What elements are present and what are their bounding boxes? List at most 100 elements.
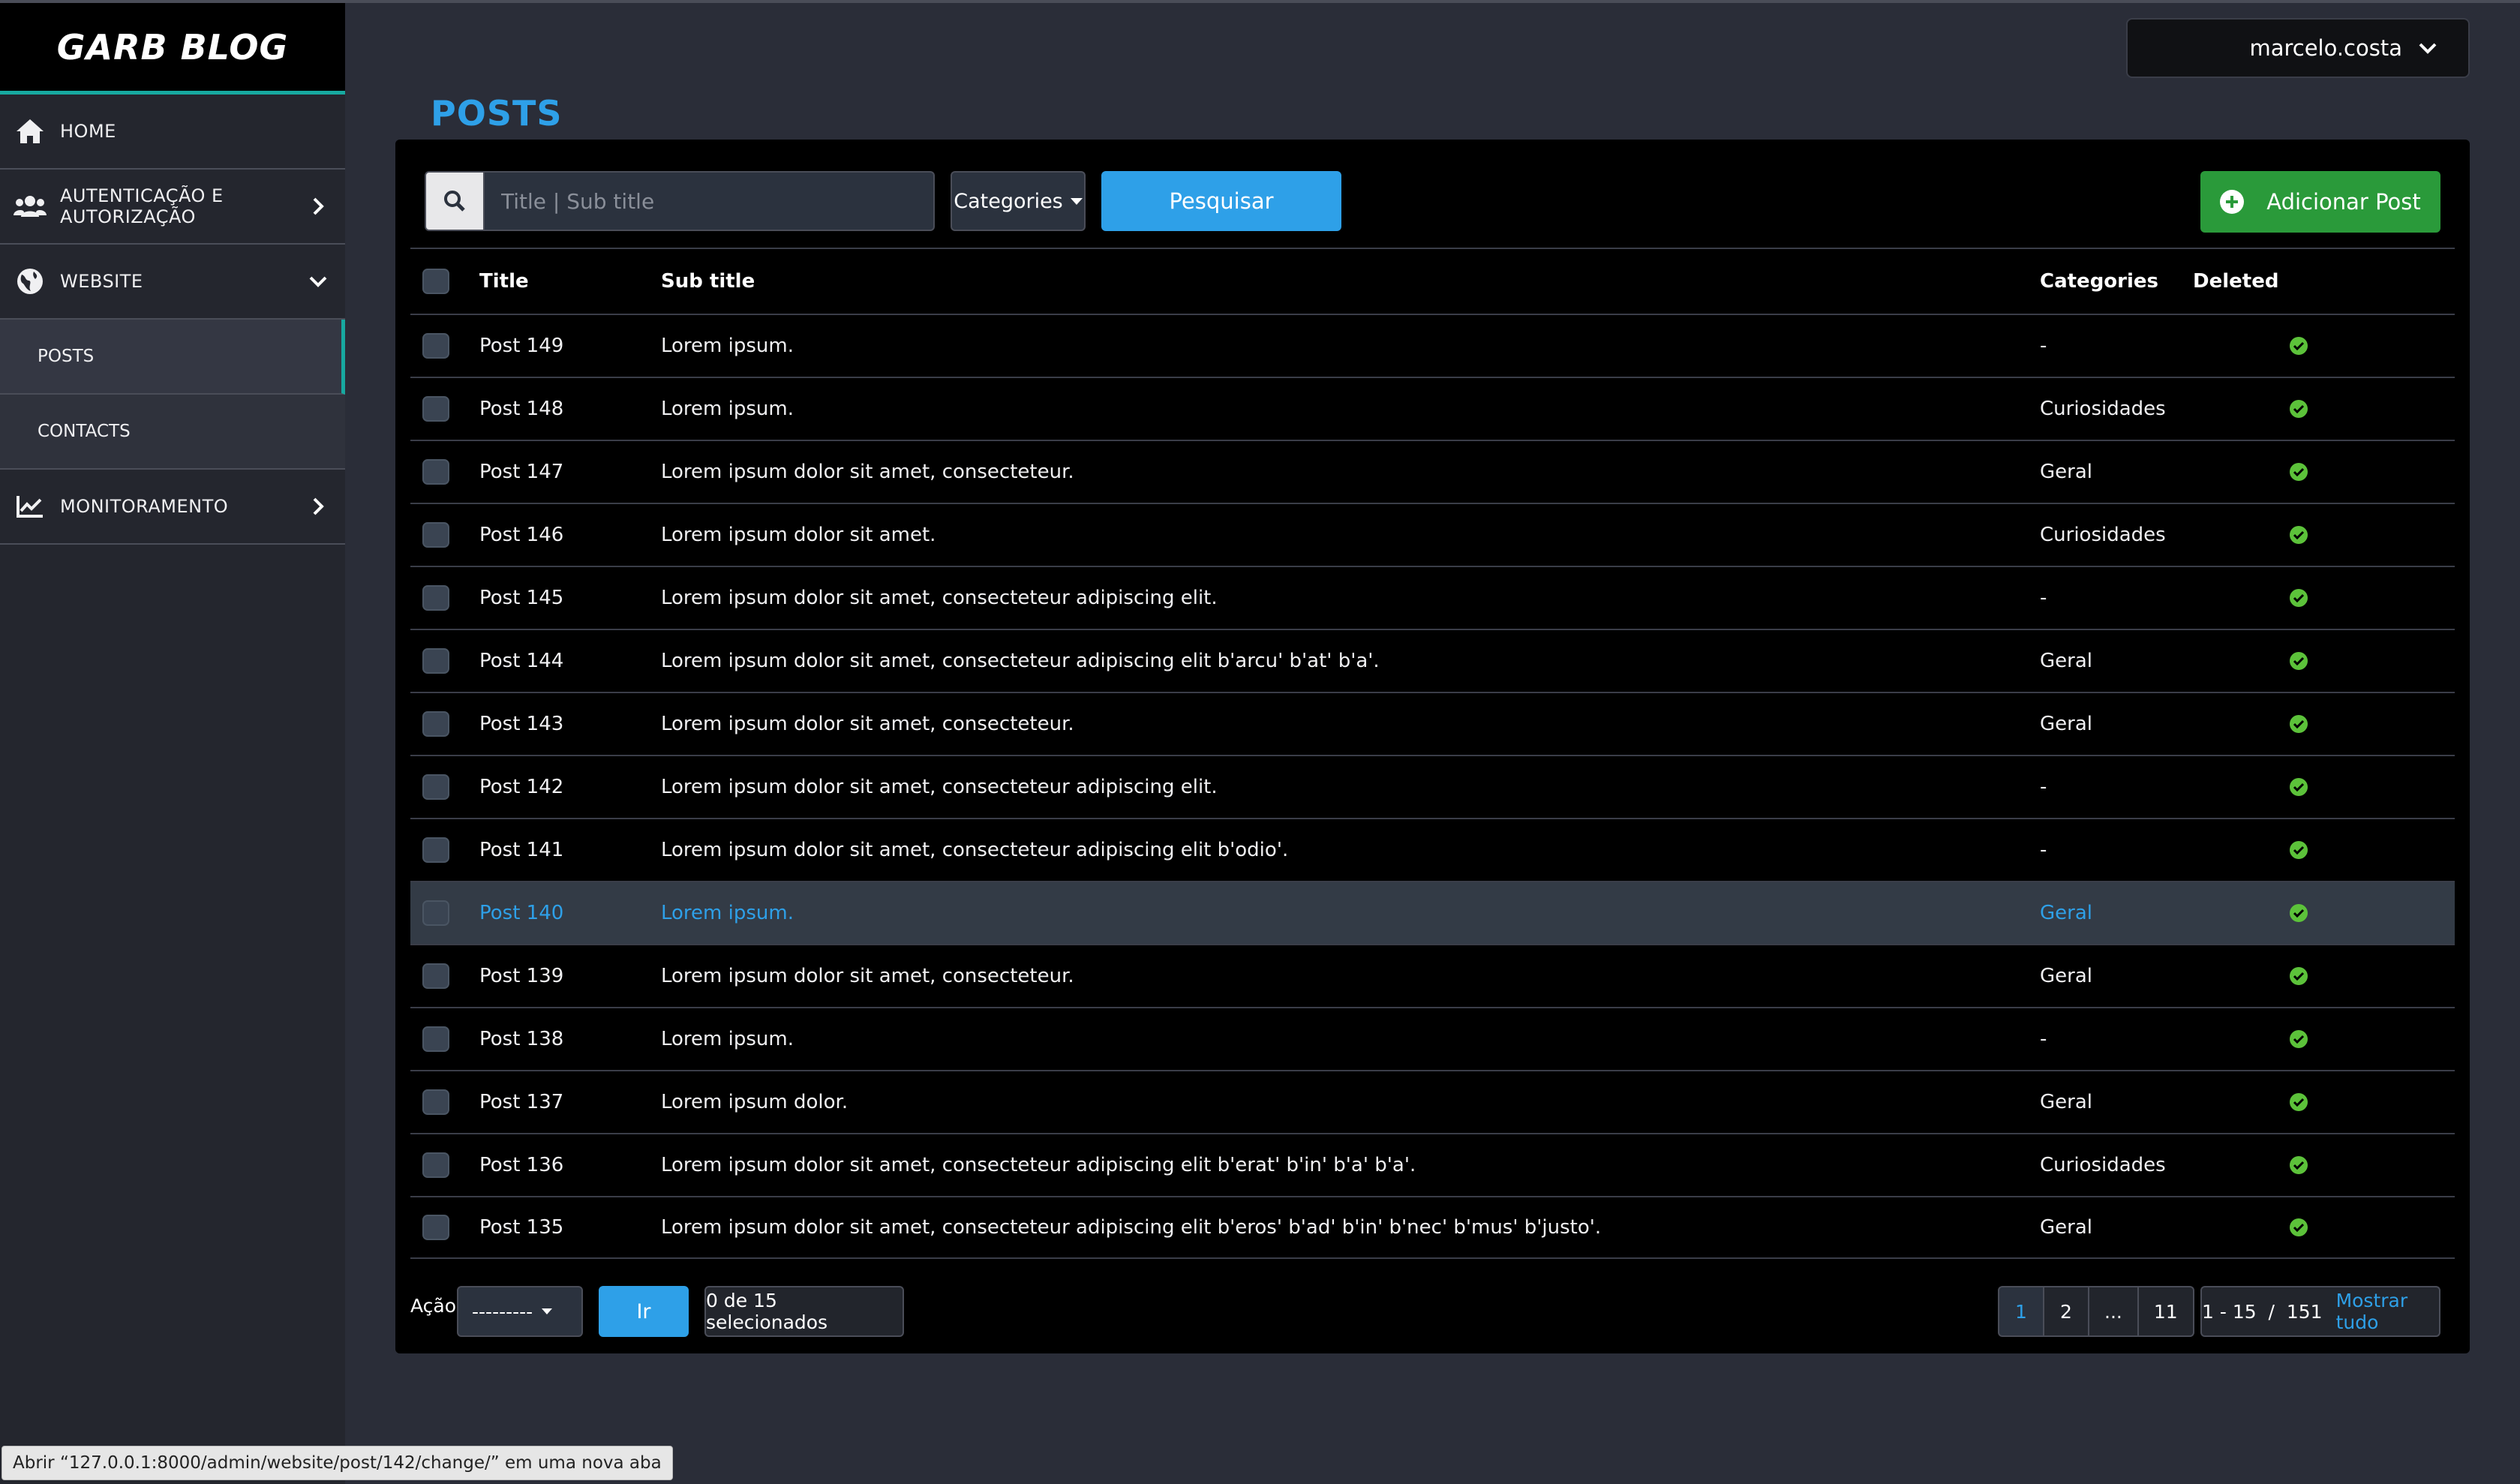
action-select[interactable]: --------- (457, 1286, 583, 1337)
user-menu-dropdown[interactable]: marcelo.costa (2126, 18, 2470, 78)
row-checkbox[interactable] (422, 1089, 449, 1115)
table-row[interactable]: Post 148 Lorem ipsum. Curiosidades (410, 377, 2455, 440)
row-checkbox[interactable] (422, 459, 449, 485)
sidebar-item-auth[interactable]: AUTENTICAÇÃO E AUTORIZAÇÃO (0, 170, 345, 245)
row-checkbox[interactable] (422, 1215, 449, 1240)
page-link[interactable]: 2 (2043, 1286, 2089, 1337)
search-input[interactable] (485, 171, 935, 231)
pagination: 1 2 ... 11 (1998, 1286, 2194, 1337)
table-row[interactable]: Post 137 Lorem ipsum dolor. Geral (410, 1070, 2455, 1133)
pesquisar-button[interactable]: Pesquisar (1101, 171, 1341, 231)
add-post-button[interactable]: Adicionar Post (2200, 171, 2440, 233)
column-header-deleted[interactable]: Deleted (2193, 270, 2278, 293)
post-title-link[interactable]: Post 149 (479, 335, 563, 357)
column-header-title[interactable]: Title (479, 270, 529, 293)
post-category: - (2040, 587, 2047, 609)
add-post-button-label: Adicionar Post (2266, 189, 2421, 215)
table-row[interactable]: Post 143 Lorem ipsum dolor sit amet, cons… (410, 692, 2455, 755)
post-title-link[interactable]: Post 136 (479, 1154, 563, 1176)
row-checkbox[interactable] (422, 774, 449, 800)
check-circle-icon (2290, 1093, 2308, 1111)
home-icon (14, 115, 47, 148)
row-checkbox[interactable] (422, 837, 449, 863)
row-checkbox[interactable] (422, 648, 449, 674)
table-row[interactable]: Post 142 Lorem ipsum dolor sit amet, cons… (410, 755, 2455, 818)
table-row[interactable]: Post 145 Lorem ipsum dolor sit amet, cons… (410, 566, 2455, 629)
search-button[interactable] (425, 171, 485, 231)
row-checkbox[interactable] (422, 1026, 449, 1052)
post-title-link[interactable]: Post 141 (479, 839, 563, 861)
column-header-subtitle[interactable]: Sub title (661, 270, 755, 293)
action-select-value: --------- (472, 1300, 533, 1323)
post-subtitle: Lorem ipsum. (661, 902, 794, 924)
table-row[interactable]: Post 147 Lorem ipsum dolor sit amet, cons… (410, 440, 2455, 503)
search-group (425, 171, 935, 231)
table-row[interactable]: Post 136 Lorem ipsum dolor sit amet, cons… (410, 1133, 2455, 1196)
post-category: Geral (2040, 650, 2092, 672)
row-checkbox[interactable] (422, 585, 449, 611)
status-bar-text: Abrir “127.0.0.1:8000/admin/website/post… (13, 1453, 662, 1473)
post-title-link[interactable]: Post 135 (479, 1216, 563, 1239)
page-title: POSTS (431, 93, 563, 134)
post-category: Geral (2040, 1216, 2092, 1239)
chart-line-icon (14, 490, 47, 523)
post-title-link[interactable]: Post 140 (479, 902, 563, 924)
sidebar-item-contacts[interactable]: CONTACTS (0, 395, 345, 470)
page-link[interactable]: 1 (1998, 1286, 2044, 1337)
sidebar-item-website[interactable]: WEBSITE (0, 245, 345, 320)
post-title-link[interactable]: Post 137 (479, 1091, 563, 1113)
sidebar-item-posts[interactable]: POSTS (0, 320, 345, 395)
row-checkbox[interactable] (422, 396, 449, 422)
search-icon (444, 191, 465, 212)
table-row[interactable]: Post 138 Lorem ipsum. - (410, 1007, 2455, 1070)
row-checkbox[interactable] (422, 963, 449, 989)
post-category: Geral (2040, 713, 2092, 735)
row-checkbox[interactable] (422, 711, 449, 737)
row-checkbox[interactable] (422, 900, 449, 926)
post-title-link[interactable]: Post 146 (479, 524, 563, 546)
show-all-link[interactable]: Mostrar tudo (2336, 1290, 2439, 1333)
post-subtitle: Lorem ipsum dolor. (661, 1091, 849, 1113)
post-title-link[interactable]: Post 139 (479, 965, 563, 987)
row-checkbox[interactable] (422, 522, 449, 548)
chevron-right-icon (313, 197, 324, 215)
brand-logo[interactable]: GARB BLOG (0, 3, 345, 95)
table-row[interactable]: Post 140 Lorem ipsum. Geral (410, 881, 2455, 944)
table-row[interactable]: Post 144 Lorem ipsum dolor sit amet, cons… (410, 629, 2455, 692)
users-icon (14, 190, 47, 223)
table-row[interactable]: Post 135 Lorem ipsum dolor sit amet, cons… (410, 1196, 2455, 1259)
sidebar-subitem-label: CONTACTS (38, 422, 131, 441)
check-circle-icon (2290, 526, 2308, 544)
post-title-link[interactable]: Post 143 (479, 713, 563, 735)
post-subtitle: Lorem ipsum dolor sit amet, consecteteur… (661, 776, 1218, 798)
row-checkbox[interactable] (422, 1152, 449, 1178)
sidebar-item-monitoramento[interactable]: MONITORAMENTO (0, 470, 345, 545)
post-subtitle: Lorem ipsum dolor sit amet, consecteteur… (661, 461, 1074, 483)
categories-dropdown[interactable]: Categories (951, 171, 1086, 231)
result-range: 1 - 15 / 151 Mostrar tudo (2200, 1286, 2440, 1337)
table-row[interactable]: Post 141 Lorem ipsum dolor sit amet, cons… (410, 818, 2455, 881)
check-circle-icon (2290, 967, 2308, 985)
post-title-link[interactable]: Post 142 (479, 776, 563, 798)
go-button[interactable]: Ir (599, 1286, 689, 1337)
check-circle-icon (2290, 778, 2308, 796)
sidebar-item-home[interactable]: HOME (0, 95, 345, 170)
post-title-link[interactable]: Post 144 (479, 650, 563, 672)
post-title-link[interactable]: Post 138 (479, 1028, 563, 1050)
posts-panel: Categories Pesquisar Adicionar Post Titl… (395, 140, 2470, 1353)
post-category: Curiosidades (2040, 398, 2166, 420)
table-header-row: Title Sub title Categories Deleted (410, 248, 2455, 314)
post-category: Geral (2040, 461, 2092, 483)
post-category: - (2040, 839, 2047, 861)
table-row[interactable]: Post 139 Lorem ipsum dolor sit amet, cons… (410, 944, 2455, 1007)
post-title-link[interactable]: Post 147 (479, 461, 563, 483)
post-title-link[interactable]: Post 148 (479, 398, 563, 420)
table-row[interactable]: Post 149 Lorem ipsum. - (410, 314, 2455, 377)
post-subtitle: Lorem ipsum dolor sit amet, consecteteur… (661, 1154, 1416, 1176)
select-all-checkbox[interactable] (422, 269, 449, 294)
page-link[interactable]: 11 (2137, 1286, 2194, 1337)
row-checkbox[interactable] (422, 333, 449, 359)
column-header-categories[interactable]: Categories (2040, 270, 2158, 293)
table-row[interactable]: Post 146 Lorem ipsum dolor sit amet. Curio… (410, 503, 2455, 566)
post-title-link[interactable]: Post 145 (479, 587, 563, 609)
